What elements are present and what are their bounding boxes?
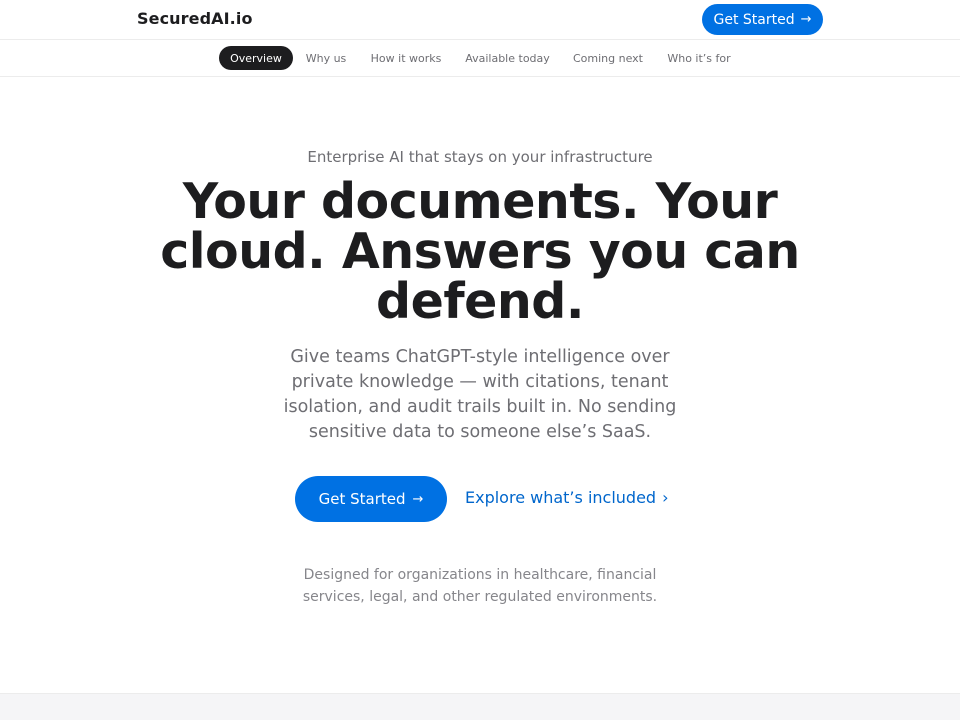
header-get-started-label: Get Started [713, 11, 795, 28]
hero-get-started-button[interactable]: Get Started → [295, 476, 447, 522]
hero-eyebrow: Enterprise AI that stays on your infrast… [307, 148, 653, 166]
tab-who-its-for[interactable]: Who it’s for [662, 46, 736, 70]
arrow-right-icon: → [800, 12, 812, 27]
explore-included-link[interactable]: Explore what’s included › [465, 488, 668, 507]
tab-available-today[interactable]: Available today [461, 46, 554, 70]
header-get-started-button[interactable]: Get Started → [702, 4, 823, 35]
next-section-edge [0, 693, 960, 720]
top-navigation-bar: SecuredAI.io Get Started → [0, 0, 960, 40]
tab-why-us[interactable]: Why us [299, 46, 353, 70]
tab-label: Overview [230, 51, 282, 65]
hero-get-started-label: Get Started [318, 490, 406, 508]
explore-link-label: Explore what’s included [465, 488, 657, 507]
tab-overview[interactable]: Overview [219, 46, 293, 70]
section-navigation: Overview Why us How it works Available t… [0, 40, 960, 77]
tab-label: Who it’s for [667, 51, 731, 65]
chevron-right-icon: › [662, 487, 669, 507]
tab-how-it-works[interactable]: How it works [366, 46, 446, 70]
tab-coming-next[interactable]: Coming next [568, 46, 648, 70]
hero-footnote: Designed for organizations in healthcare… [302, 567, 658, 605]
tab-label: How it works [370, 51, 442, 65]
arrow-right-icon: → [412, 491, 424, 507]
hero-description: Give teams ChatGPT-style intelligence ov… [283, 347, 677, 442]
brand-logo[interactable]: SecuredAI.io [137, 9, 253, 28]
tab-label: Coming next [572, 51, 643, 65]
tab-label: Available today [465, 51, 550, 65]
hero-headline: Your documents. Your cloud. Answers you … [160, 173, 800, 330]
tab-label: Why us [305, 51, 347, 65]
hero-section: Enterprise AI that stays on your infrast… [0, 77, 960, 693]
